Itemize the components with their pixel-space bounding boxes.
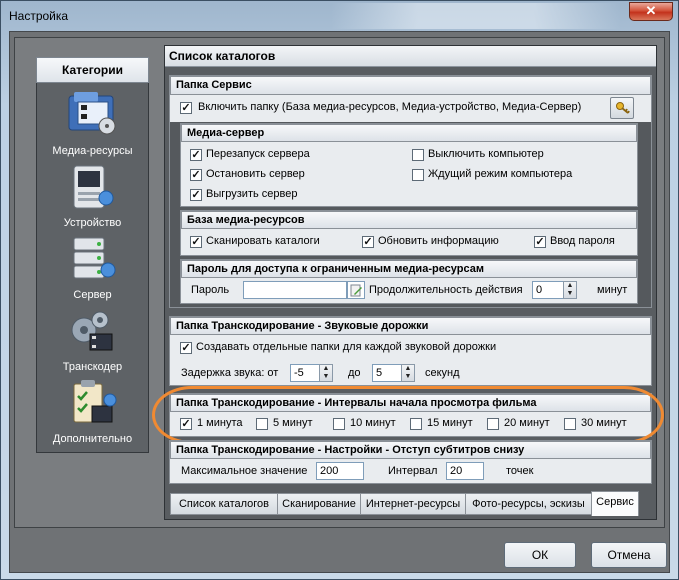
password-field[interactable] — [243, 281, 347, 299]
category-additional[interactable]: Дополнительно — [40, 378, 145, 448]
standby-computer-label: Ждущий режим компьютера — [428, 168, 573, 180]
duration-spinner[interactable]: ▲ ▼ — [563, 281, 577, 299]
transcoder-icon — [71, 311, 113, 351]
subtitles-unit: точек — [506, 465, 534, 477]
subtitles-interval-label: Интервал — [388, 465, 438, 477]
delay-to-spinner[interactable]: ▲ ▼ — [401, 364, 415, 382]
category-label: Устройство — [63, 217, 122, 229]
edit-password-button[interactable] — [347, 281, 365, 299]
category-label: Сервер — [73, 289, 112, 301]
tab-catalog-list[interactable]: Список каталогов — [170, 493, 278, 515]
key-button[interactable] — [610, 97, 634, 119]
interval-5-checkbox[interactable] — [256, 418, 268, 430]
stop-server-label: Остановить сервер — [206, 168, 305, 180]
separate-folders-checkbox[interactable]: ✓ — [180, 342, 192, 354]
update-info-checkbox[interactable]: ✓ — [362, 236, 374, 248]
interval-15-label: 15 минут — [427, 417, 473, 429]
ok-button[interactable]: ОК — [504, 542, 576, 568]
category-label: Дополнительно — [52, 433, 133, 445]
device-icon — [73, 165, 114, 209]
interval-1-label: 1 минута — [197, 417, 243, 429]
duration-unit: минут — [597, 284, 628, 296]
server-icon — [73, 237, 116, 279]
shutdown-computer-label: Выключить компьютер — [428, 148, 544, 160]
pencil-icon — [350, 284, 362, 297]
password-group-title: Пароль для доступа к ограниченным медиа-… — [181, 260, 637, 278]
additional-icon — [73, 380, 117, 423]
password-input-label: Ввод пароля — [550, 235, 615, 247]
interval-30-checkbox[interactable] — [564, 418, 576, 430]
subtitles-interval-field[interactable]: 20 — [446, 462, 484, 480]
category-transcoder[interactable]: Транскодер — [40, 306, 145, 376]
key-icon — [616, 102, 630, 114]
close-button[interactable]: ✕ — [629, 2, 673, 21]
audio-delay-label: Задержка звука: от — [181, 367, 279, 379]
unload-server-checkbox[interactable]: ✓ — [190, 189, 202, 201]
interval-20-checkbox[interactable] — [487, 418, 499, 430]
restart-server-checkbox[interactable]: ✓ — [190, 149, 202, 161]
interval-15-checkbox[interactable] — [410, 418, 422, 430]
cancel-button[interactable]: Отмена — [591, 542, 667, 568]
category-label: Транскодер — [62, 361, 123, 373]
delay-to-field[interactable]: 5 — [372, 364, 402, 382]
interval-5-label: 5 минут — [273, 417, 313, 429]
delay-from-spinner[interactable]: ▲ ▼ — [319, 364, 333, 382]
subtitles-max-field[interactable]: 200 — [316, 462, 364, 480]
window-title: Настройка — [9, 9, 69, 23]
password-label: Пароль — [191, 284, 230, 296]
media-server-title: Медиа-сервер — [181, 124, 637, 142]
interval-10-checkbox[interactable] — [333, 418, 345, 430]
categories-header: Категории — [36, 57, 149, 83]
subtitles-title: Папка Транскодирование - Настройки - Отс… — [170, 441, 651, 459]
password-input-checkbox[interactable]: ✓ — [534, 236, 546, 248]
unload-server-label: Выгрузить сервер — [206, 188, 298, 200]
update-info-label: Обновить информацию — [378, 235, 499, 247]
tab-service[interactable]: Сервис — [591, 491, 639, 516]
audio-tracks-title: Папка Транскодирование - Звуковые дорожк… — [170, 317, 651, 335]
media-resources-icon — [68, 92, 116, 135]
shutdown-computer-checkbox[interactable] — [412, 149, 424, 161]
category-label: Медиа-ресурсы — [52, 145, 133, 157]
restart-server-label: Перезапуск сервера — [206, 148, 310, 160]
interval-1-checkbox[interactable]: ✓ — [180, 418, 192, 430]
catalog-list-header: Список каталогов — [165, 46, 656, 67]
media-db-title: База медиа-ресурсов — [181, 211, 637, 229]
standby-computer-checkbox[interactable] — [412, 169, 424, 181]
enable-folder-label: Включить папку (База медиа-ресурсов, Мед… — [198, 101, 582, 113]
scan-catalogs-label: Сканировать каталоги — [206, 235, 320, 247]
tab-internet-resources[interactable]: Интернет-ресурсы — [360, 493, 466, 515]
category-media-resources[interactable]: Медиа-ресурсы — [40, 88, 145, 160]
separate-folders-label: Создавать отдельные папки для каждой зву… — [196, 341, 497, 353]
service-folder-title: Папка Сервис — [170, 76, 651, 95]
tab-photo-resources[interactable]: Фото-ресурсы, эскизы — [465, 493, 592, 515]
subtitles-max-label: Максимальное значение — [181, 465, 308, 477]
category-server[interactable]: Сервер — [40, 234, 145, 304]
category-device[interactable]: Устройство — [40, 162, 145, 232]
delay-from-field[interactable]: -5 — [290, 364, 320, 382]
stop-server-checkbox[interactable]: ✓ — [190, 169, 202, 181]
interval-20-label: 20 минут — [504, 417, 550, 429]
scan-catalogs-checkbox[interactable]: ✓ — [190, 236, 202, 248]
intervals-title: Папка Транскодирование - Интервалы начал… — [170, 394, 651, 412]
interval-10-label: 10 минут — [350, 417, 396, 429]
blurred-background-strip — [331, 3, 621, 29]
tab-scanning[interactable]: Сканирование — [277, 493, 361, 515]
duration-label: Продолжительность действия — [369, 284, 523, 296]
delay-unit: секунд — [425, 367, 460, 379]
duration-field[interactable]: 0 — [532, 281, 564, 299]
title-bar[interactable]: Настройка ✕ — [1, 1, 678, 31]
interval-30-label: 30 минут — [581, 417, 627, 429]
delay-to-label: до — [348, 367, 361, 379]
enable-folder-checkbox[interactable]: ✓ — [180, 102, 192, 114]
